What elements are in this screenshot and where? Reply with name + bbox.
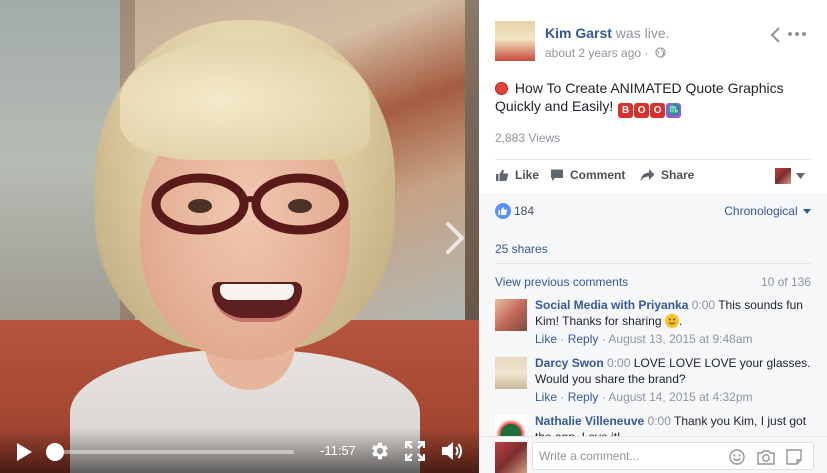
comment-reply-link[interactable]: Reply [568, 390, 599, 404]
progress-bar[interactable] [50, 450, 294, 454]
live-red-dot-icon [495, 82, 508, 95]
comment-reply-link[interactable]: Reply [568, 332, 599, 346]
like-label: Like [515, 168, 540, 182]
smiley-emoji-icon [664, 314, 679, 328]
globe-icon[interactable] [655, 47, 666, 58]
video-player[interactable]: -11:57 [0, 0, 479, 473]
commenter-avatar[interactable] [495, 299, 527, 331]
progress-scrubber-handle[interactable] [45, 443, 64, 461]
emoji-o-icon: O [650, 103, 666, 118]
more-options-icon[interactable] [787, 27, 807, 41]
comment-video-time[interactable]: 0:00 [607, 356, 630, 370]
next-video-chevron-icon[interactable] [440, 220, 470, 256]
comment-body: Darcy Swon 0:00 LOVE LOVE LOVE your glas… [535, 355, 815, 405]
like-reaction-icon [495, 203, 511, 219]
video-controls-bar: -11:57 [0, 428, 479, 473]
video-person-glasses [151, 173, 349, 235]
author-line: Kim Garst was live. [545, 25, 670, 41]
emoji-b-icon: B [618, 103, 634, 118]
commenter-name[interactable]: Darcy Swon [535, 356, 604, 370]
comment-video-time[interactable]: 0:00 [692, 298, 715, 312]
comment-date[interactable]: August 14, 2015 at 4:32pm [608, 390, 752, 404]
comment-body: Social Media with Priyanka 0:00 This sou… [535, 297, 815, 347]
like-button[interactable]: Like [495, 168, 539, 182]
meta-separator: · [644, 46, 649, 60]
live-status-text: was live. [611, 25, 670, 41]
share-label: Share [661, 168, 695, 182]
comment-date[interactable]: August 13, 2015 at 9:48am [608, 332, 752, 346]
gear-icon[interactable] [368, 440, 390, 462]
volume-icon[interactable] [440, 440, 464, 462]
comment-actions: Like · Reply · August 14, 2015 at 4:32pm [535, 390, 753, 404]
play-icon[interactable] [14, 442, 34, 462]
view-count: 2,883 Views [495, 131, 561, 145]
current-user-avatar[interactable] [495, 442, 527, 473]
comment-count: 10 of 136 [760, 275, 811, 289]
post-as-avatar [775, 168, 791, 184]
comment-actions: Like · Reply · August 13, 2015 at 9:48am [535, 332, 753, 346]
video-person-teeth [220, 284, 294, 300]
comment-icon [551, 169, 563, 181]
emoji-o-icon: O [634, 103, 650, 118]
action-bar: Like Comment Share [495, 159, 811, 191]
author-avatar[interactable] [495, 21, 535, 61]
reaction-summary-row: 184 Chronological [495, 203, 811, 221]
emoji-scorpius-icon: ♏ [666, 103, 682, 118]
commenter-avatar[interactable] [495, 357, 527, 389]
chevron-left-icon[interactable] [769, 26, 783, 44]
sort-label: Chronological [724, 204, 798, 218]
video-person-bangs [120, 40, 370, 160]
post-timestamp[interactable]: about 2 years ago [545, 46, 641, 60]
view-previous-comments-link[interactable]: View previous comments [495, 275, 628, 289]
thumbs-up-icon [496, 169, 509, 181]
emoji-icon[interactable] [729, 449, 745, 465]
divider [495, 263, 811, 264]
like-count[interactable]: 184 [495, 203, 534, 219]
post-meta: about 2 years ago · [545, 46, 666, 60]
gif-icon[interactable] [786, 449, 802, 465]
fullscreen-icon[interactable] [405, 441, 425, 461]
post-as-selector[interactable] [775, 167, 811, 185]
post-panel: Kim Garst was live. about 2 years ago · … [479, 0, 827, 473]
share-arrow-icon [640, 169, 655, 181]
caret-down-icon [796, 173, 805, 179]
shares-link[interactable]: 25 shares [495, 242, 548, 256]
author-name-link[interactable]: Kim Garst [545, 25, 612, 41]
comment-composer [479, 436, 827, 473]
comment-like-link[interactable]: Like [535, 390, 557, 404]
comment-sort-dropdown[interactable]: Chronological [724, 204, 811, 218]
share-button[interactable]: Share [640, 168, 694, 182]
comment-button[interactable]: Comment [550, 168, 625, 182]
comment-like-link[interactable]: Like [535, 332, 557, 346]
post-title: How To Create ANIMATED Quote Graphics Qu… [495, 79, 815, 118]
comment-label: Comment [570, 168, 626, 182]
camera-icon[interactable] [757, 449, 775, 465]
like-count-value: 184 [514, 204, 535, 218]
comment-video-time[interactable]: 0:00 [648, 414, 671, 428]
commenter-name[interactable]: Social Media with Priyanka [535, 298, 688, 312]
caret-down-icon [803, 209, 811, 214]
reactions-and-comments: 184 Chronological 25 shares View previou… [479, 193, 827, 473]
commenter-name[interactable]: Nathalie Villeneuve [535, 414, 644, 428]
time-remaining: -11:57 [320, 443, 356, 458]
